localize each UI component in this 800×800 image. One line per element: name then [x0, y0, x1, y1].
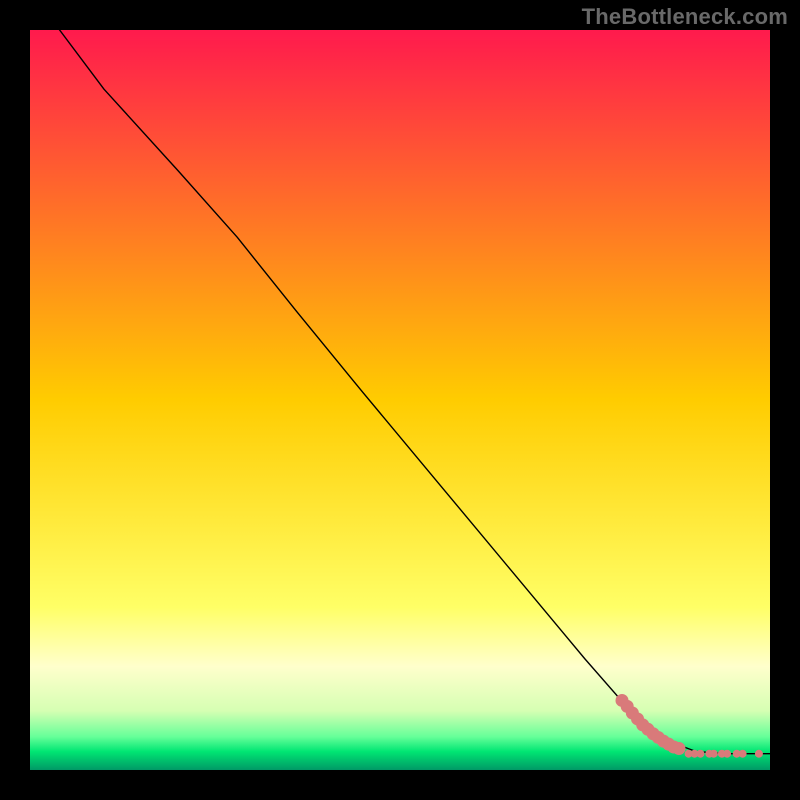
tail-marker	[672, 742, 685, 755]
tail-marker	[710, 750, 718, 758]
plot-area	[30, 30, 770, 770]
chart-svg	[30, 30, 770, 770]
tail-marker	[723, 750, 731, 758]
tail-marker	[739, 750, 747, 758]
tail-marker	[755, 750, 763, 758]
gradient-background	[30, 30, 770, 770]
chart-frame: TheBottleneck.com	[0, 0, 800, 800]
tail-marker	[696, 750, 704, 758]
watermark: TheBottleneck.com	[582, 4, 788, 30]
